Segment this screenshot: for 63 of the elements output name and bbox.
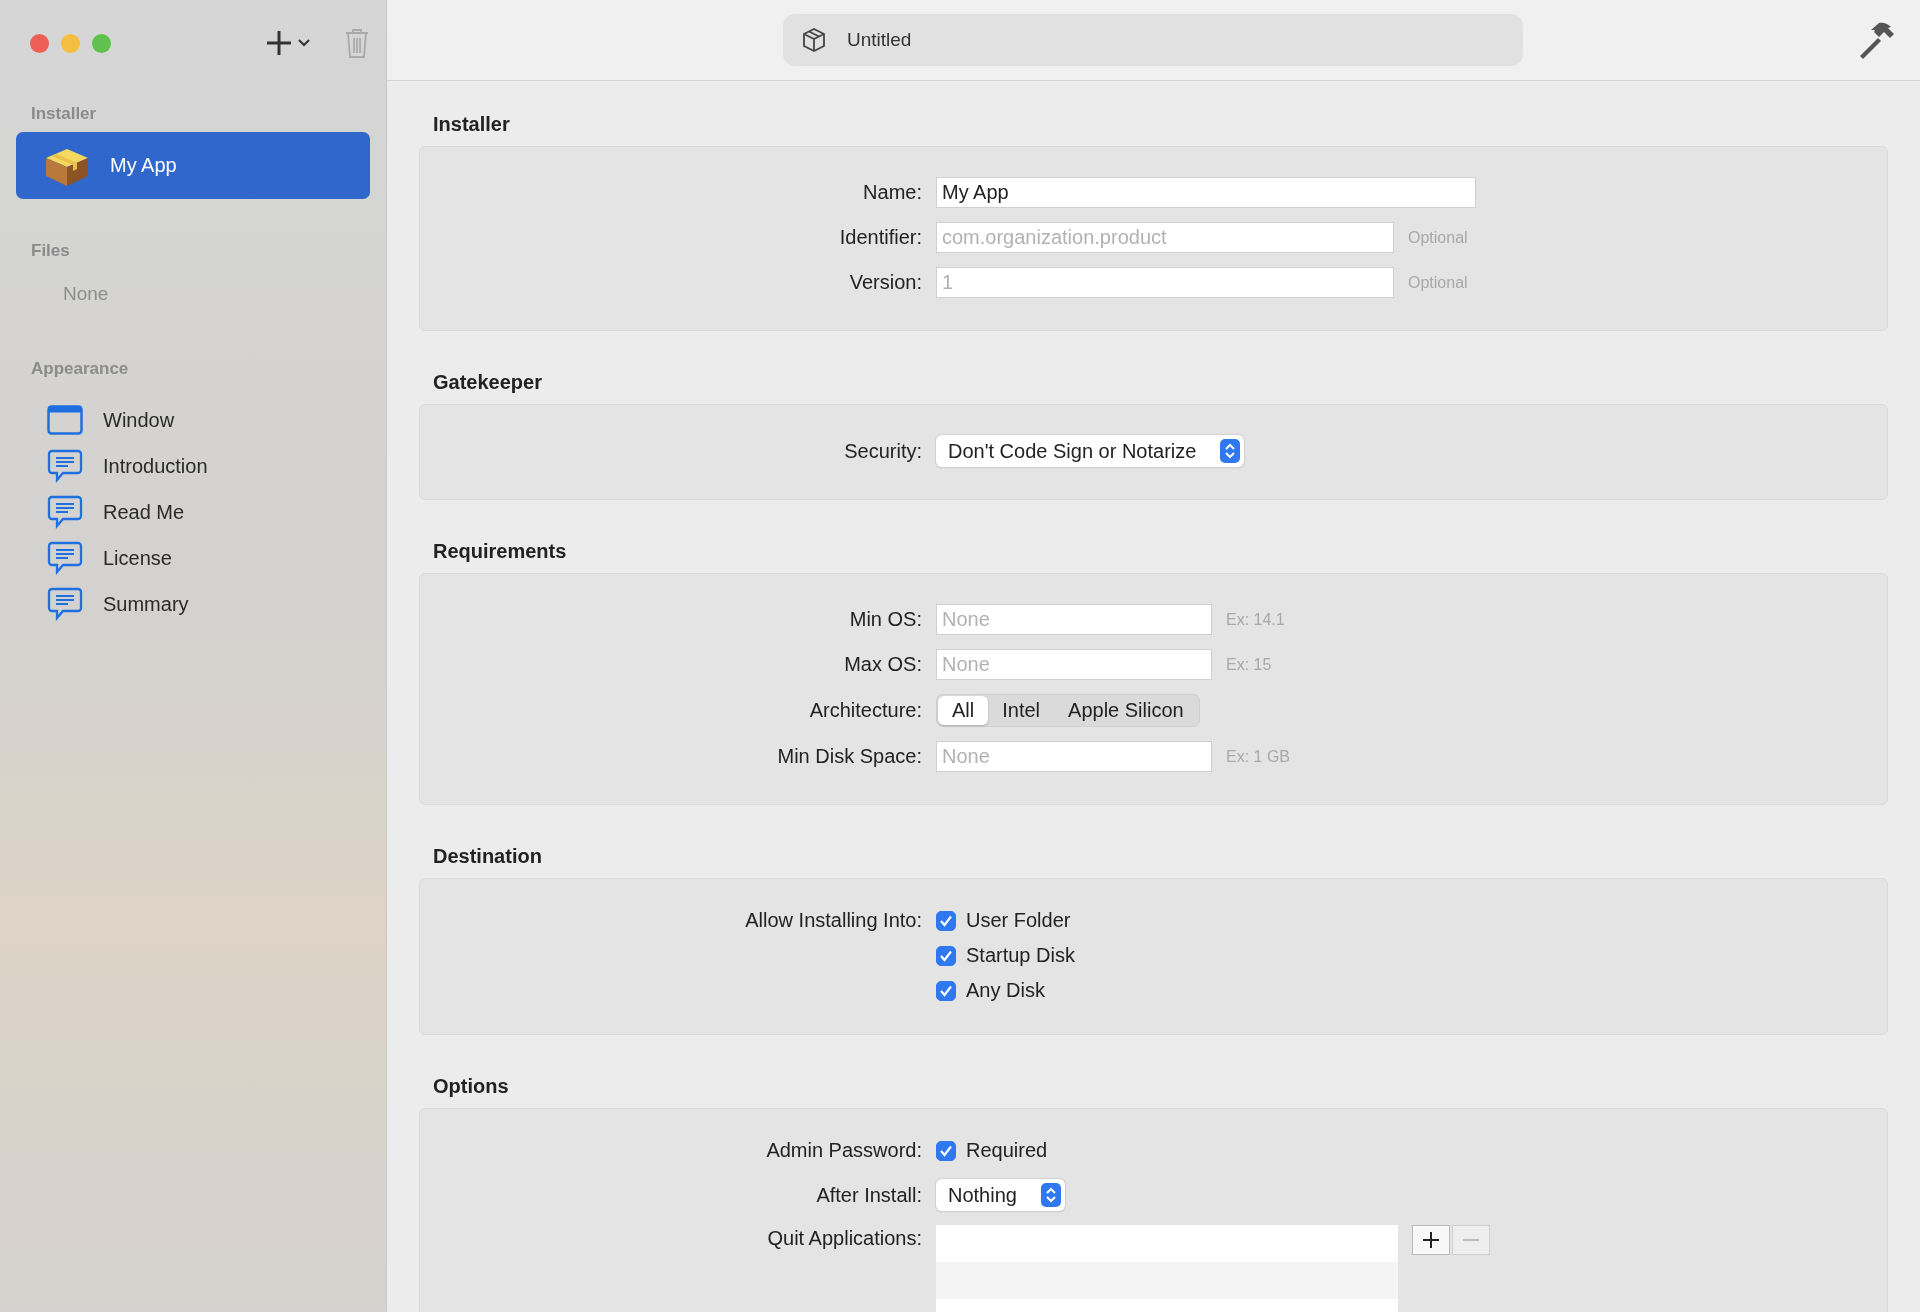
field-label: Admin Password: <box>765 1139 922 1162</box>
sidebar-item[interactable]: Introduction <box>16 443 370 489</box>
stepper-icon <box>1040 1183 1061 1207</box>
section-heading: Installer <box>432 112 511 137</box>
sidebar-item[interactable]: My App <box>16 132 370 199</box>
hint-text: Optional <box>1408 273 1468 292</box>
field-label: Version: <box>848 271 922 294</box>
sidebar-heading: Files <box>30 240 71 262</box>
box-icon <box>801 27 827 53</box>
speech-bubble-icon <box>47 541 83 575</box>
text-field[interactable]: 1 <box>936 267 1394 298</box>
empty-label: None <box>62 282 110 306</box>
checkbox[interactable] <box>936 945 956 966</box>
popup-button[interactable]: Don't Code Sign or Notarize <box>936 435 1245 467</box>
sidebar-item[interactable]: Read Me <box>16 489 370 535</box>
text-field[interactable]: None <box>936 604 1212 635</box>
field-label: Security: <box>843 439 922 463</box>
section-heading: Requirements <box>432 539 568 564</box>
sidebar-item[interactable]: Window <box>16 397 370 443</box>
sidebar-item[interactable]: Summary <box>16 581 370 627</box>
segment-button[interactable]: Apple Silicon <box>1054 696 1198 725</box>
field-label: Max OS: <box>843 653 922 676</box>
text-field[interactable]: None <box>936 741 1212 772</box>
sidebar-heading: Installer <box>30 103 98 125</box>
sidebar-heading: Appearance <box>30 358 130 380</box>
field-label: After Install: <box>815 1183 922 1207</box>
speech-bubble-icon <box>47 587 83 621</box>
field-label: Quit Applications: <box>766 1226 922 1250</box>
field-label: Min OS: <box>848 608 922 631</box>
field-label: Allow Installing Into: <box>744 909 922 932</box>
segment-button[interactable]: Intel <box>988 696 1055 725</box>
field-label: Architecture: <box>808 699 922 722</box>
stepper-icon <box>1220 439 1241 463</box>
field-label: Identifier: <box>838 226 922 249</box>
section-heading: Gatekeeper <box>432 370 543 395</box>
checkbox[interactable] <box>936 1140 956 1161</box>
section-heading: Options <box>432 1074 510 1099</box>
checkbox-label: Required <box>966 1139 1048 1162</box>
title-field[interactable]: Untitled <box>783 14 1523 66</box>
field-label: Min Disk Space: <box>776 745 922 768</box>
hint-text: Ex: 15 <box>1226 655 1272 674</box>
add-menu-icon[interactable] <box>266 28 312 58</box>
hint-text: Ex: 1 GB <box>1226 747 1291 766</box>
checkbox[interactable] <box>936 910 956 931</box>
segment-button[interactable]: All <box>938 696 989 725</box>
popup-button[interactable]: Nothing <box>936 1179 1065 1211</box>
sidebar-item[interactable]: License <box>16 535 370 581</box>
speech-bubble-icon <box>47 495 83 529</box>
text-field[interactable]: My App <box>936 177 1476 208</box>
add-icon[interactable] <box>1412 1225 1450 1255</box>
hint-text: Optional <box>1408 228 1468 247</box>
text-field[interactable]: com.organization.product <box>936 222 1394 253</box>
section-heading: Destination <box>432 844 543 869</box>
checkbox-label: Startup Disk <box>966 944 1075 967</box>
field-label: Name: <box>862 181 922 204</box>
close-button[interactable] <box>30 33 49 53</box>
window-icon <box>47 405 83 435</box>
checkbox-label: User Folder <box>966 909 1071 932</box>
speech-bubble-icon <box>47 449 83 483</box>
checkbox-label: Any Disk <box>966 979 1045 1002</box>
checkbox[interactable] <box>936 980 956 1001</box>
hint-text: Ex: 14.1 <box>1226 610 1285 629</box>
text-field[interactable]: None <box>936 649 1212 680</box>
